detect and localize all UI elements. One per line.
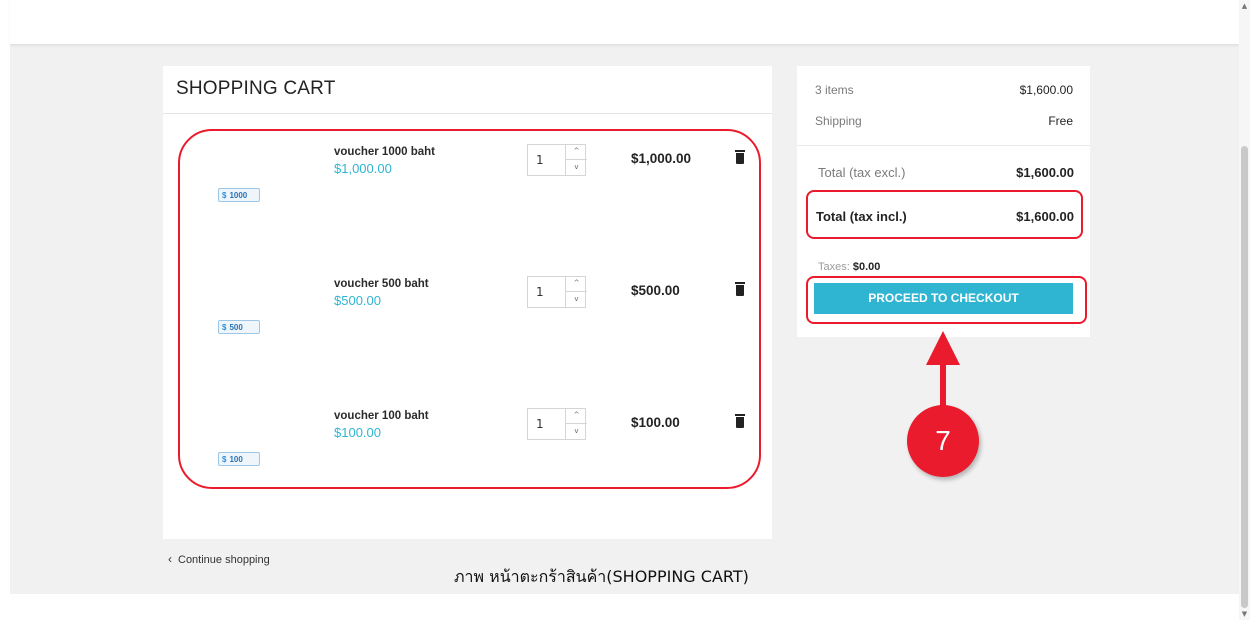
total-highlight xyxy=(806,190,1083,239)
scrollbar-thumb[interactable] xyxy=(1241,146,1248,608)
figure-caption: ภาพ หน้าตะกร้าสินค้า(SHOPPING CART) xyxy=(454,567,749,586)
vertical-scrollbar[interactable]: ▲ ▼ xyxy=(1239,0,1250,620)
arrow-up-icon xyxy=(926,331,960,365)
total-excl-label: Total (tax excl.) xyxy=(818,165,906,180)
total-excl-row: Total (tax excl.) $1,600.00 xyxy=(818,165,1074,180)
shipping-label: Shipping xyxy=(815,114,862,128)
scroll-up-icon[interactable]: ▲ xyxy=(1239,0,1250,12)
cart-title: SHOPPING CART xyxy=(176,78,336,99)
chevron-left-icon: ‹ xyxy=(168,552,172,566)
items-count-row: 3 items $1,600.00 xyxy=(815,83,1073,97)
taxes-row: Taxes: $0.00 xyxy=(818,261,880,273)
cart-items-highlight xyxy=(178,129,761,489)
items-subtotal: $1,600.00 xyxy=(1019,83,1073,97)
divider xyxy=(163,113,772,114)
continue-shopping-label: Continue shopping xyxy=(178,554,270,566)
taxes-label: Taxes: xyxy=(818,261,850,273)
total-excl-value: $1,600.00 xyxy=(1016,165,1074,180)
checkout-highlight xyxy=(806,276,1087,324)
divider xyxy=(797,145,1090,146)
step-number-badge: 7 xyxy=(907,405,979,477)
items-count-label: 3 items xyxy=(815,83,854,97)
shipping-row: Shipping Free xyxy=(815,114,1073,128)
taxes-value: $0.00 xyxy=(852,261,881,273)
scroll-down-icon[interactable]: ▼ xyxy=(1239,608,1250,620)
top-header-bar xyxy=(10,0,1239,45)
shipping-value: Free xyxy=(1048,114,1073,128)
continue-shopping-link[interactable]: ‹ Continue shopping xyxy=(168,552,270,566)
bottom-band xyxy=(10,594,1239,620)
